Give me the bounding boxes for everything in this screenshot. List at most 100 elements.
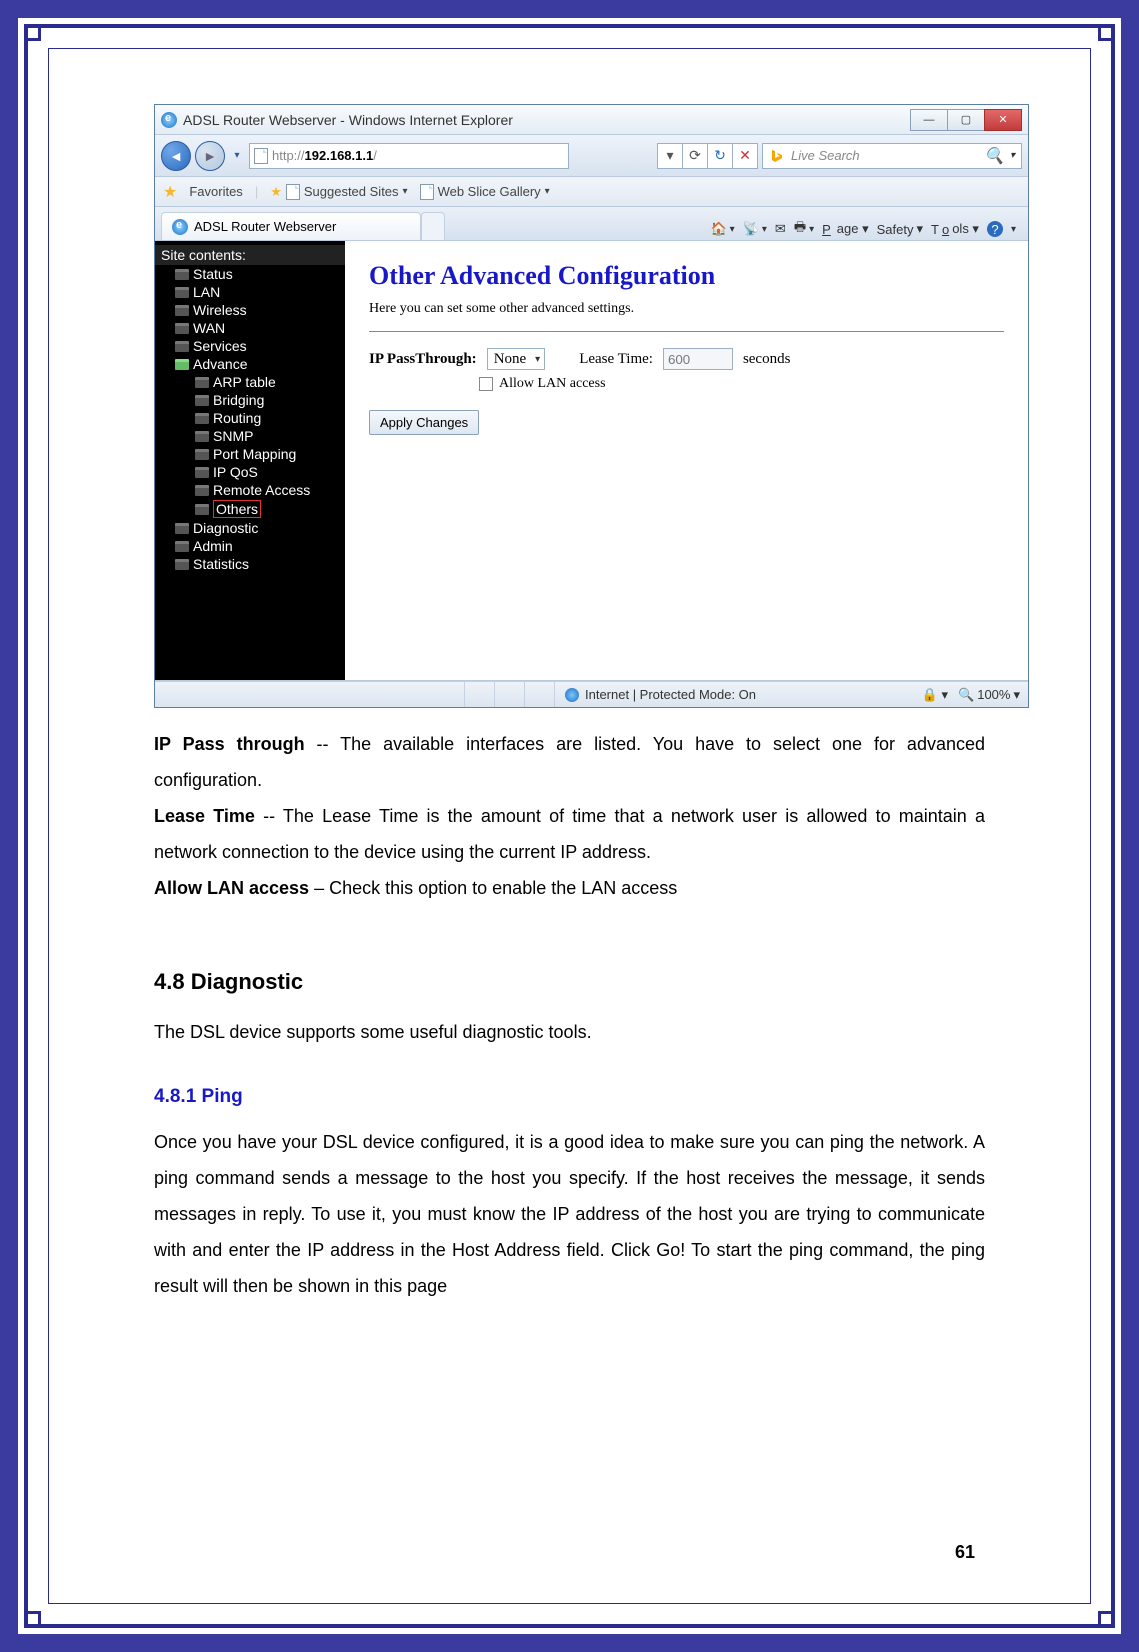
panel-subtext: Here you can set some other advanced set… [369, 301, 1004, 332]
maximize-button[interactable]: ▢ [947, 109, 985, 131]
sidebar-item-statistics[interactable]: Statistics [155, 555, 345, 573]
sidebar-item-label: Wireless [193, 302, 247, 318]
folder-icon [195, 504, 209, 515]
folder-icon [175, 269, 189, 280]
window-title: ADSL Router Webserver - Windows Internet… [183, 112, 513, 128]
favorites-bar: ★ Favorites | ★ Suggested Sites ▾ Web Sl… [155, 177, 1028, 207]
safety-menu[interactable]: Safety ▾ [877, 221, 923, 237]
zoom-value: 100% [977, 687, 1010, 702]
sidebar-item-label: Remote Access [213, 482, 310, 498]
text-lease-time: -- The Lease Time is the amount of time … [154, 806, 985, 862]
tab-bar: ADSL Router Webserver 🏠 ▾ 📡 ▾ ✉ 🖶 ▾ PPag… [155, 207, 1028, 241]
sidebar: Site contents: StatusLANWirelessWANServi… [155, 241, 345, 680]
sidebar-item-lan[interactable]: LAN [155, 283, 345, 301]
sidebar-item-remote-access[interactable]: Remote Access [155, 481, 345, 499]
protected-mode-icon[interactable]: 🔒 ▾ [922, 687, 948, 703]
sidebar-item-routing[interactable]: Routing [155, 409, 345, 427]
sidebar-item-advance[interactable]: Advance [155, 355, 345, 373]
title-bar: ADSL Router Webserver - Windows Internet… [155, 105, 1028, 135]
stop-icon[interactable]: ✕ [732, 143, 758, 169]
search-dd[interactable]: ▾ [1010, 150, 1015, 161]
sidebar-item-label: Port Mapping [213, 446, 296, 462]
sidebar-item-label: Admin [193, 538, 233, 554]
web-slice-link[interactable]: Web Slice Gallery ▾ [420, 184, 550, 200]
url-prefix: http:// [272, 148, 305, 163]
folder-icon [195, 449, 209, 460]
sidebar-item-label: Advance [193, 356, 247, 372]
page-menu[interactable]: PPageage ▾ [822, 221, 869, 237]
refresh-icon[interactable]: ↻ [707, 143, 733, 169]
text-ping: Once you have your DSL device configured… [154, 1124, 985, 1304]
heading-diagnostic: 4.8 Diagnostic [154, 960, 985, 1004]
folder-icon [175, 541, 189, 552]
sidebar-item-diagnostic[interactable]: Diagnostic [155, 519, 345, 537]
sidebar-header: Site contents: [155, 245, 345, 265]
sidebar-item-bridging[interactable]: Bridging [155, 391, 345, 409]
status-bar: Internet | Protected Mode: On 🔒 ▾ 🔍100% … [155, 681, 1028, 707]
help-icon[interactable]: ? [987, 221, 1003, 237]
url-suffix: / [373, 148, 377, 163]
content-area: Site contents: StatusLANWirelessWANServi… [155, 241, 1028, 681]
lease-unit: seconds [743, 351, 791, 368]
sidebar-item-snmp[interactable]: SNMP [155, 427, 345, 445]
sidebar-item-label: Others [213, 500, 261, 518]
suggested-sites-link[interactable]: ★ Suggested Sites ▾ [270, 184, 407, 200]
sidebar-item-status[interactable]: Status [155, 265, 345, 283]
sidebar-item-ip-qos[interactable]: IP QoS [155, 463, 345, 481]
nav-history-dropdown[interactable]: ▾ [229, 141, 245, 171]
forward-button[interactable]: ► [195, 141, 225, 171]
term-ip-passthrough: IP Pass through [154, 734, 305, 754]
sidebar-item-label: IP QoS [213, 464, 258, 480]
sidebar-item-wan[interactable]: WAN [155, 319, 345, 337]
apply-changes-button[interactable]: Apply Changes [369, 410, 479, 435]
text-allow-lan: – Check this option to enable the LAN ac… [309, 878, 677, 898]
folder-icon [175, 287, 189, 298]
address-bar[interactable]: http://192.168.1.1/ [249, 143, 569, 169]
sidebar-item-label: Statistics [193, 556, 249, 572]
folder-icon [195, 431, 209, 442]
search-box[interactable]: Live Search 🔍 ▾ [762, 143, 1022, 169]
feeds-icon[interactable]: 📡 ▾ [743, 221, 767, 237]
ie-icon [172, 219, 188, 235]
tools-menu[interactable]: Tools ▾ [931, 221, 979, 237]
new-tab-button[interactable] [421, 212, 445, 240]
folder-icon [175, 359, 189, 370]
ip-passthrough-label: IP PassThrough: [369, 351, 477, 368]
folder-icon [175, 559, 189, 570]
ip-passthrough-select[interactable]: None [487, 348, 546, 370]
lease-time-input[interactable] [663, 348, 733, 370]
allow-lan-checkbox[interactable] [479, 377, 493, 391]
sidebar-item-label: Routing [213, 410, 261, 426]
tab-active[interactable]: ADSL Router Webserver [161, 212, 421, 240]
tab-title: ADSL Router Webserver [194, 219, 336, 234]
sidebar-item-admin[interactable]: Admin [155, 537, 345, 555]
term-lease-time: Lease Time [154, 806, 255, 826]
sidebar-item-label: Services [193, 338, 247, 354]
print-icon[interactable]: 🖶 ▾ [794, 218, 814, 240]
sidebar-item-others[interactable]: Others [155, 499, 345, 519]
sidebar-item-port-mapping[interactable]: Port Mapping [155, 445, 345, 463]
addr-dropdown[interactable]: ▾ [657, 143, 683, 169]
page-icon [254, 148, 268, 164]
nav-bar: ◄ ► ▾ http://192.168.1.1/ ▾ ⟳ ↻ ✕ [155, 135, 1028, 177]
home-icon[interactable]: 🏠 ▾ [710, 221, 734, 237]
compat-icon[interactable]: ⟳ [682, 143, 708, 169]
heading-ping: 4.8.1 Ping [154, 1078, 985, 1116]
url-host: 192.168.1.1 [305, 148, 374, 163]
sidebar-item-services[interactable]: Services [155, 337, 345, 355]
back-button[interactable]: ◄ [161, 141, 191, 171]
favorites-label[interactable]: Favorites [189, 184, 242, 199]
sidebar-item-arp-table[interactable]: ARP table [155, 373, 345, 391]
close-button[interactable]: ✕ [984, 109, 1022, 131]
folder-icon [195, 485, 209, 496]
sidebar-item-label: SNMP [213, 428, 253, 444]
mail-icon[interactable]: ✉ [775, 221, 786, 237]
search-icon[interactable]: 🔍 [984, 146, 1004, 166]
page-icon [286, 184, 300, 200]
bing-icon [769, 148, 785, 164]
sidebar-item-wireless[interactable]: Wireless [155, 301, 345, 319]
text-diagnostic: The DSL device supports some useful diag… [154, 1014, 985, 1050]
minimize-button[interactable]: — [910, 109, 948, 131]
favorites-star-icon[interactable]: ★ [163, 182, 177, 202]
zoom-control[interactable]: 🔍100% ▾ [958, 687, 1020, 703]
